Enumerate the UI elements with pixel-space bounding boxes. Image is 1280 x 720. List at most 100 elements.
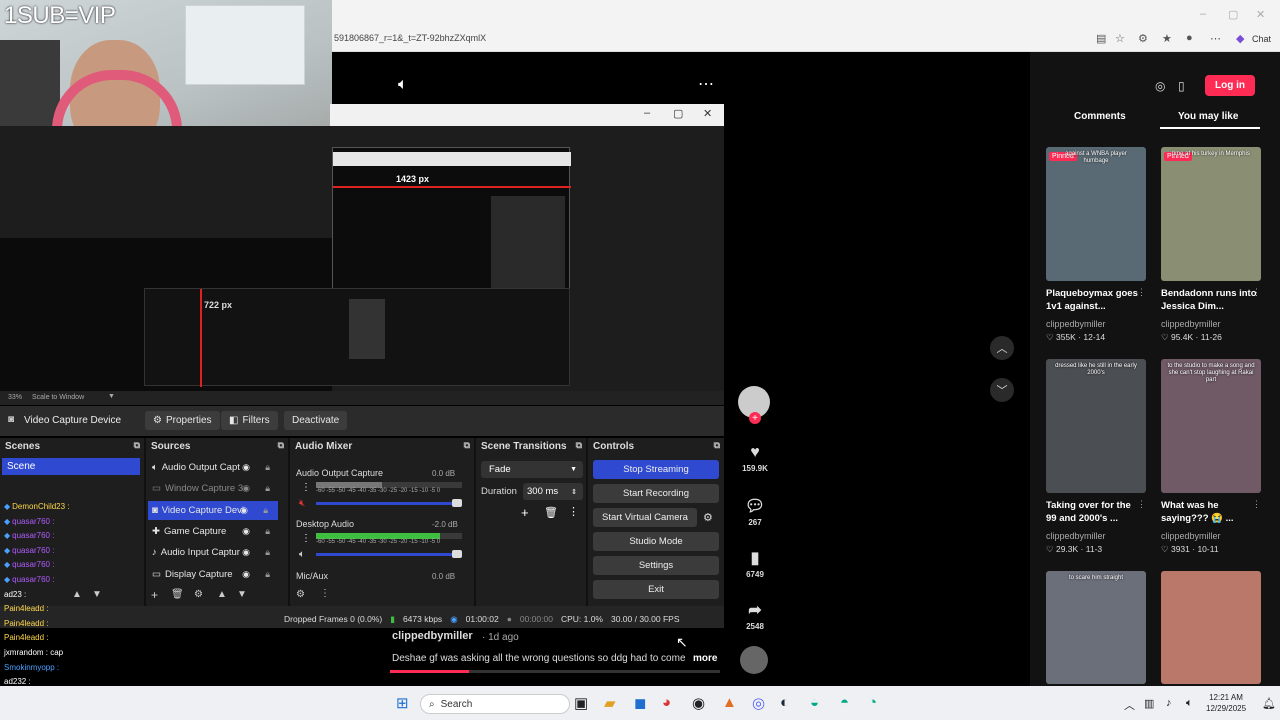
mixer-more-icon[interactable]: ⋮ [320, 588, 330, 599]
lock-icon[interactable]: 🔒︎ [263, 505, 268, 516]
source-item[interactable]: ▭ Display Capture ◉ 🔒︎ [152, 565, 280, 584]
minimize-window-icon[interactable]: – [1200, 8, 1206, 20]
eye-icon[interactable]: ◉ [242, 569, 250, 580]
move-down-icon[interactable]: ▼ [237, 589, 247, 600]
more-vertical-icon[interactable]: ⋮ [568, 505, 579, 518]
video-author[interactable]: clippedbymiller [392, 630, 473, 642]
filters-button[interactable]: ◧ Filters [221, 411, 278, 430]
source-item[interactable]: ▭ Window Capture 3 ◉ 🔒︎ [152, 479, 280, 498]
stepper-icon[interactable]: ⇕ [571, 488, 577, 496]
eye-icon[interactable]: ◉ [242, 462, 250, 473]
taskbar-search[interactable]: ⌕ Search [420, 694, 570, 714]
explore-icon[interactable]: ◎ [1155, 79, 1165, 93]
obs-minimize-icon[interactable]: – [644, 107, 650, 119]
video-card-thumbnail[interactable] [1161, 147, 1261, 281]
music-disc-icon[interactable] [740, 646, 768, 674]
mic-icon[interactable]: ♪ [1166, 697, 1172, 709]
trash-icon[interactable]: 🗑︎ [544, 506, 558, 519]
mixer-more-icon[interactable]: ⋮ [301, 533, 311, 544]
file-explorer-icon[interactable]: ▰ [604, 694, 616, 712]
menu-dots-icon[interactable]: ⋯ [1210, 32, 1221, 45]
control-button[interactable]: Start Recording [593, 484, 719, 503]
scale-mode[interactable]: Scale to Window [32, 394, 84, 401]
video-progress-bar[interactable] [390, 670, 720, 673]
maximize-window-icon[interactable]: ▢ [1228, 8, 1238, 21]
profile-icon[interactable]: ● [1186, 32, 1193, 44]
share-button[interactable]: ➦ 2548 [740, 600, 770, 631]
eye-icon[interactable]: ◉ [242, 526, 250, 537]
source-properties-icon[interactable]: ⚙ [194, 589, 203, 600]
next-video-icon[interactable]: ﹀ [990, 378, 1014, 402]
undock-icon[interactable]: ⧉ [714, 440, 720, 451]
discord-icon[interactable]: ◎ [752, 694, 765, 712]
card-more-icon[interactable]: ⋮ [1252, 499, 1261, 510]
transition-select[interactable]: Fade ▼ [481, 461, 583, 478]
card-more-icon[interactable]: ⋮ [1252, 287, 1261, 298]
mixer-more-icon[interactable]: ⋮ [301, 482, 311, 493]
lock-icon[interactable]: 🔒︎ [265, 483, 270, 494]
more-options-icon[interactable]: ⋯ [698, 74, 714, 94]
undock-icon[interactable]: ⧉ [278, 440, 284, 451]
edge-icon[interactable]: ◒ [810, 694, 819, 711]
properties-button[interactable]: ⚙ Properties [145, 411, 220, 430]
obs-icon[interactable]: ◉ [692, 694, 705, 712]
windows-start-icon[interactable]: ⊞ [396, 694, 409, 712]
mute-icon[interactable]: 🔈︎ [299, 549, 305, 560]
add-transition-icon[interactable]: + [521, 505, 529, 520]
copilot-icon[interactable]: ◆ [1236, 32, 1244, 45]
like-button[interactable]: ♥ 159.9K [740, 444, 770, 473]
zoom-level[interactable]: 33% [8, 394, 22, 401]
eye-icon[interactable]: ◉ [242, 483, 250, 494]
video-card-thumbnail[interactable] [1161, 571, 1261, 684]
phone-icon[interactable]: ▯ [1178, 79, 1185, 93]
caption-more-link[interactable]: more [693, 653, 717, 664]
chat-label[interactable]: Chat [1252, 34, 1271, 44]
save-button[interactable]: ▮ 6749 [740, 548, 770, 579]
taskbar-clock[interactable]: 12:21 AM 12/29/2025 [1206, 692, 1246, 714]
card-more-icon[interactable]: ⋮ [1137, 499, 1146, 510]
video-card-thumbnail[interactable] [1046, 571, 1146, 684]
mute-icon[interactable]: 🔇︎ [299, 498, 305, 509]
control-button[interactable]: Settings [593, 556, 719, 575]
volume-slider-handle[interactable] [451, 499, 462, 507]
tab-comments[interactable]: Comments [1074, 111, 1126, 122]
previous-video-icon[interactable]: ︿ [990, 336, 1014, 360]
control-button[interactable]: Stop Streaming [593, 460, 719, 479]
source-item[interactable]: ◙ Video Capture Devi ◉ 🔒︎ [148, 500, 278, 520]
store-icon[interactable]: ◼ [634, 694, 646, 712]
source-item[interactable]: ✚ Game Capture ◉ 🔒︎ [152, 522, 280, 541]
comment-button[interactable]: 💬︎ 267 [740, 496, 770, 527]
virtual-camera-settings-icon[interactable]: ⚙ [703, 511, 713, 524]
reader-icon[interactable]: ▤ [1096, 32, 1106, 45]
volume-slider[interactable] [316, 502, 462, 505]
control-button[interactable]: Studio Mode [593, 532, 719, 551]
eye-icon[interactable]: ◉ [242, 547, 250, 558]
undock-icon[interactable]: ⧉ [134, 440, 140, 451]
edge-dev-icon[interactable]: ◓ [840, 694, 849, 711]
steam-icon[interactable]: ◐ [780, 694, 789, 711]
volume-slider-handle[interactable] [451, 550, 462, 558]
task-view-icon[interactable]: ▣ [574, 694, 588, 712]
address-bar-url[interactable]: 591806867_r=1&_t=ZT-92bhzZXqmlX [334, 33, 486, 43]
favorite-star-icon[interactable]: ☆ [1115, 32, 1125, 45]
notification-icon[interactable]: 🔔︎ [1262, 697, 1276, 710]
volume-icon[interactable]: 🔈︎ [398, 76, 408, 94]
duration-input[interactable]: 300 ms ⇕ [523, 483, 583, 500]
tray-chevron-icon[interactable]: ︿ [1124, 697, 1135, 713]
undock-icon[interactable]: ⧉ [576, 440, 582, 451]
chrome-icon[interactable]: ◕ [662, 694, 671, 711]
undock-icon[interactable]: ⧉ [464, 440, 470, 451]
scene-item[interactable]: Scene [2, 458, 140, 475]
extensions-icon[interactable]: ⚙ [1138, 32, 1148, 45]
move-up-icon[interactable]: ▲ [217, 589, 227, 600]
source-item[interactable]: 🔈︎ Audio Output Capt ◉ 🔒︎ [152, 458, 280, 477]
control-button[interactable]: Start Virtual Camera [593, 508, 697, 527]
obs-maximize-icon[interactable]: ▢ [673, 107, 683, 120]
follow-plus-icon[interactable]: + [749, 412, 761, 424]
favorites-icon[interactable]: ★ [1162, 32, 1172, 45]
browser-icon[interactable]: ◔ [868, 694, 877, 711]
add-source-icon[interactable]: + [151, 588, 158, 602]
scene-move-down-icon[interactable]: ▼ [92, 589, 102, 600]
lock-icon[interactable]: 🔒︎ [265, 526, 270, 537]
close-window-icon[interactable]: ✕ [1256, 8, 1265, 21]
